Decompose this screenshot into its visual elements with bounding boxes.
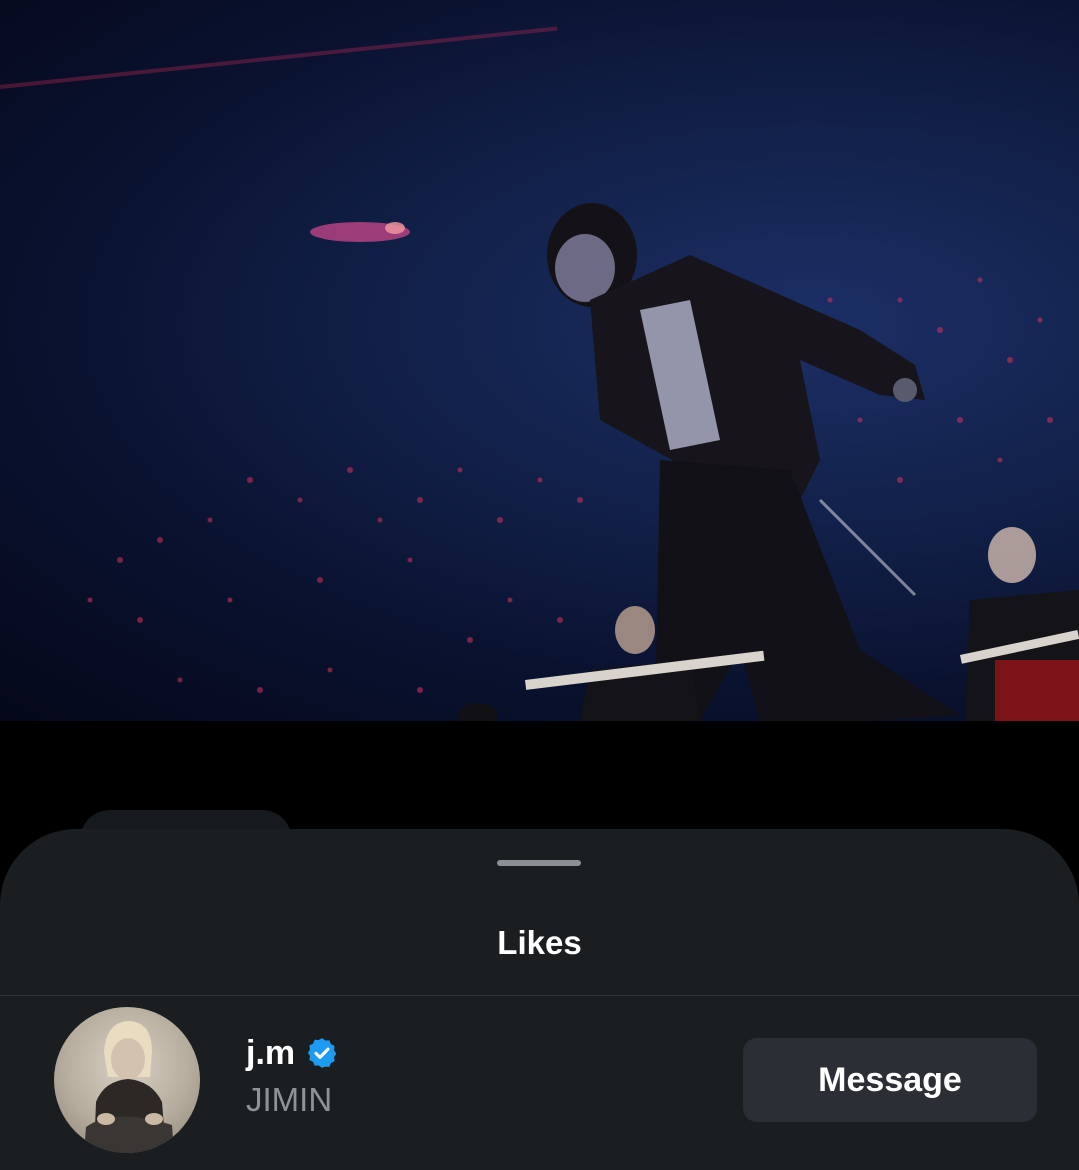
concert-performance-image [0, 26, 1079, 721]
verified-badge-icon [305, 1036, 339, 1070]
post-media[interactable] [0, 0, 1079, 721]
profile-photo-avatar[interactable] [54, 1007, 200, 1153]
liker-row[interactable]: j.m JIMIN Message [0, 996, 1079, 1170]
liker-info[interactable]: j.m JIMIN [246, 1032, 339, 1122]
display-name: JIMIN [246, 1081, 333, 1118]
username[interactable]: j.m [246, 1032, 295, 1074]
sheet-title: Likes [497, 924, 582, 961]
sheet-drag-handle[interactable] [497, 860, 581, 866]
likes-bottom-sheet: Likes j.m JIMIN Message [0, 829, 1079, 1170]
message-button[interactable]: Message [743, 1038, 1037, 1122]
